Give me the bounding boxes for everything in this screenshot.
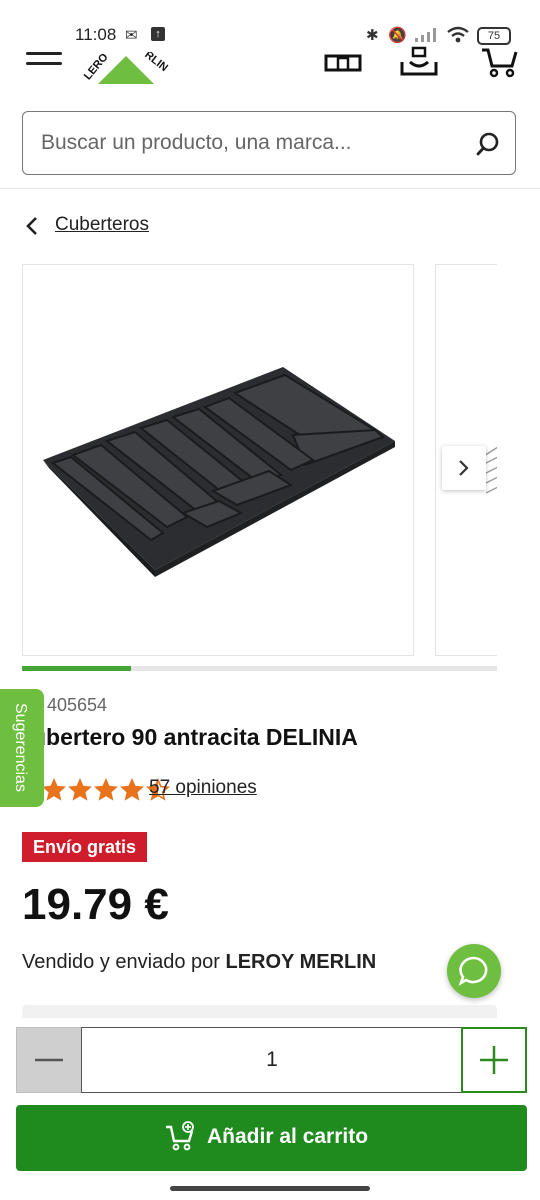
- seller-name: LEROY MERLIN: [225, 951, 377, 973]
- suggestions-label: Sugerencias: [12, 703, 29, 792]
- quantity-input[interactable]: 1: [81, 1027, 463, 1093]
- star-icon: [94, 778, 118, 801]
- status-time: 11:08: [75, 25, 117, 44]
- minus-icon: [35, 1058, 63, 1062]
- store-icon[interactable]: [322, 46, 364, 78]
- plus-icon: [480, 1046, 508, 1074]
- star-icon: [120, 778, 144, 801]
- status-bar: 11:08 ✉ ↑ ✱ 🔕 75: [0, 0, 540, 50]
- header-divider: [0, 188, 540, 189]
- gallery-progress: [22, 666, 497, 671]
- upload-icon: ↑: [151, 27, 165, 41]
- add-to-cart-label: Añadir al carrito: [207, 1125, 369, 1148]
- product-title: ubertero 90 antracita DELINIA: [32, 724, 358, 750]
- mail-icon: ✉: [125, 27, 138, 44]
- suggestions-tab[interactable]: Sugerencias: [0, 689, 44, 807]
- search-bar[interactable]: [22, 111, 516, 175]
- delivery-icon[interactable]: [398, 46, 440, 78]
- home-indicator[interactable]: [170, 1186, 370, 1191]
- reviews-link[interactable]: 57 opiniones: [149, 777, 257, 799]
- chevron-right-icon: [459, 460, 469, 476]
- product-price: 19.79 €: [22, 880, 169, 929]
- cart-icon[interactable]: [478, 46, 520, 78]
- breadcrumb-link[interactable]: Cuberteros: [55, 214, 149, 236]
- quantity-decrease-button[interactable]: [16, 1027, 82, 1093]
- search-icon[interactable]: [475, 131, 501, 157]
- menu-icon[interactable]: [26, 52, 62, 74]
- svg-text:RLIN: RLIN: [142, 52, 170, 74]
- add-cart-icon: [166, 1121, 194, 1151]
- free-shipping-badge: Envío gratis: [22, 832, 148, 862]
- bluetooth-icon: ✱: [366, 27, 379, 44]
- chat-button[interactable]: [447, 944, 501, 998]
- product-image[interactable]: [22, 264, 414, 656]
- gallery-next-button[interactable]: [442, 446, 486, 490]
- chat-icon: [458, 956, 488, 986]
- wifi-icon: [447, 26, 469, 43]
- seller-info: Vendido y enviado por LEROY MERLIN: [22, 951, 376, 974]
- mute-icon: 🔕: [388, 27, 407, 44]
- quantity-increase-button[interactable]: [461, 1027, 527, 1093]
- star-icon: [42, 778, 66, 801]
- chevron-left-icon[interactable]: [24, 215, 40, 237]
- battery-indicator: 75: [477, 27, 511, 45]
- seller-prefix: Vendido y enviado por: [22, 951, 220, 973]
- signal-icon: [415, 28, 436, 42]
- search-input[interactable]: [39, 130, 463, 156]
- leroy-merlin-logo[interactable]: LERO RLIN: [78, 52, 174, 84]
- star-icon: [68, 778, 92, 801]
- gallery-progress-fill: [22, 666, 132, 671]
- add-to-cart-button[interactable]: Añadir al carrito: [16, 1105, 527, 1171]
